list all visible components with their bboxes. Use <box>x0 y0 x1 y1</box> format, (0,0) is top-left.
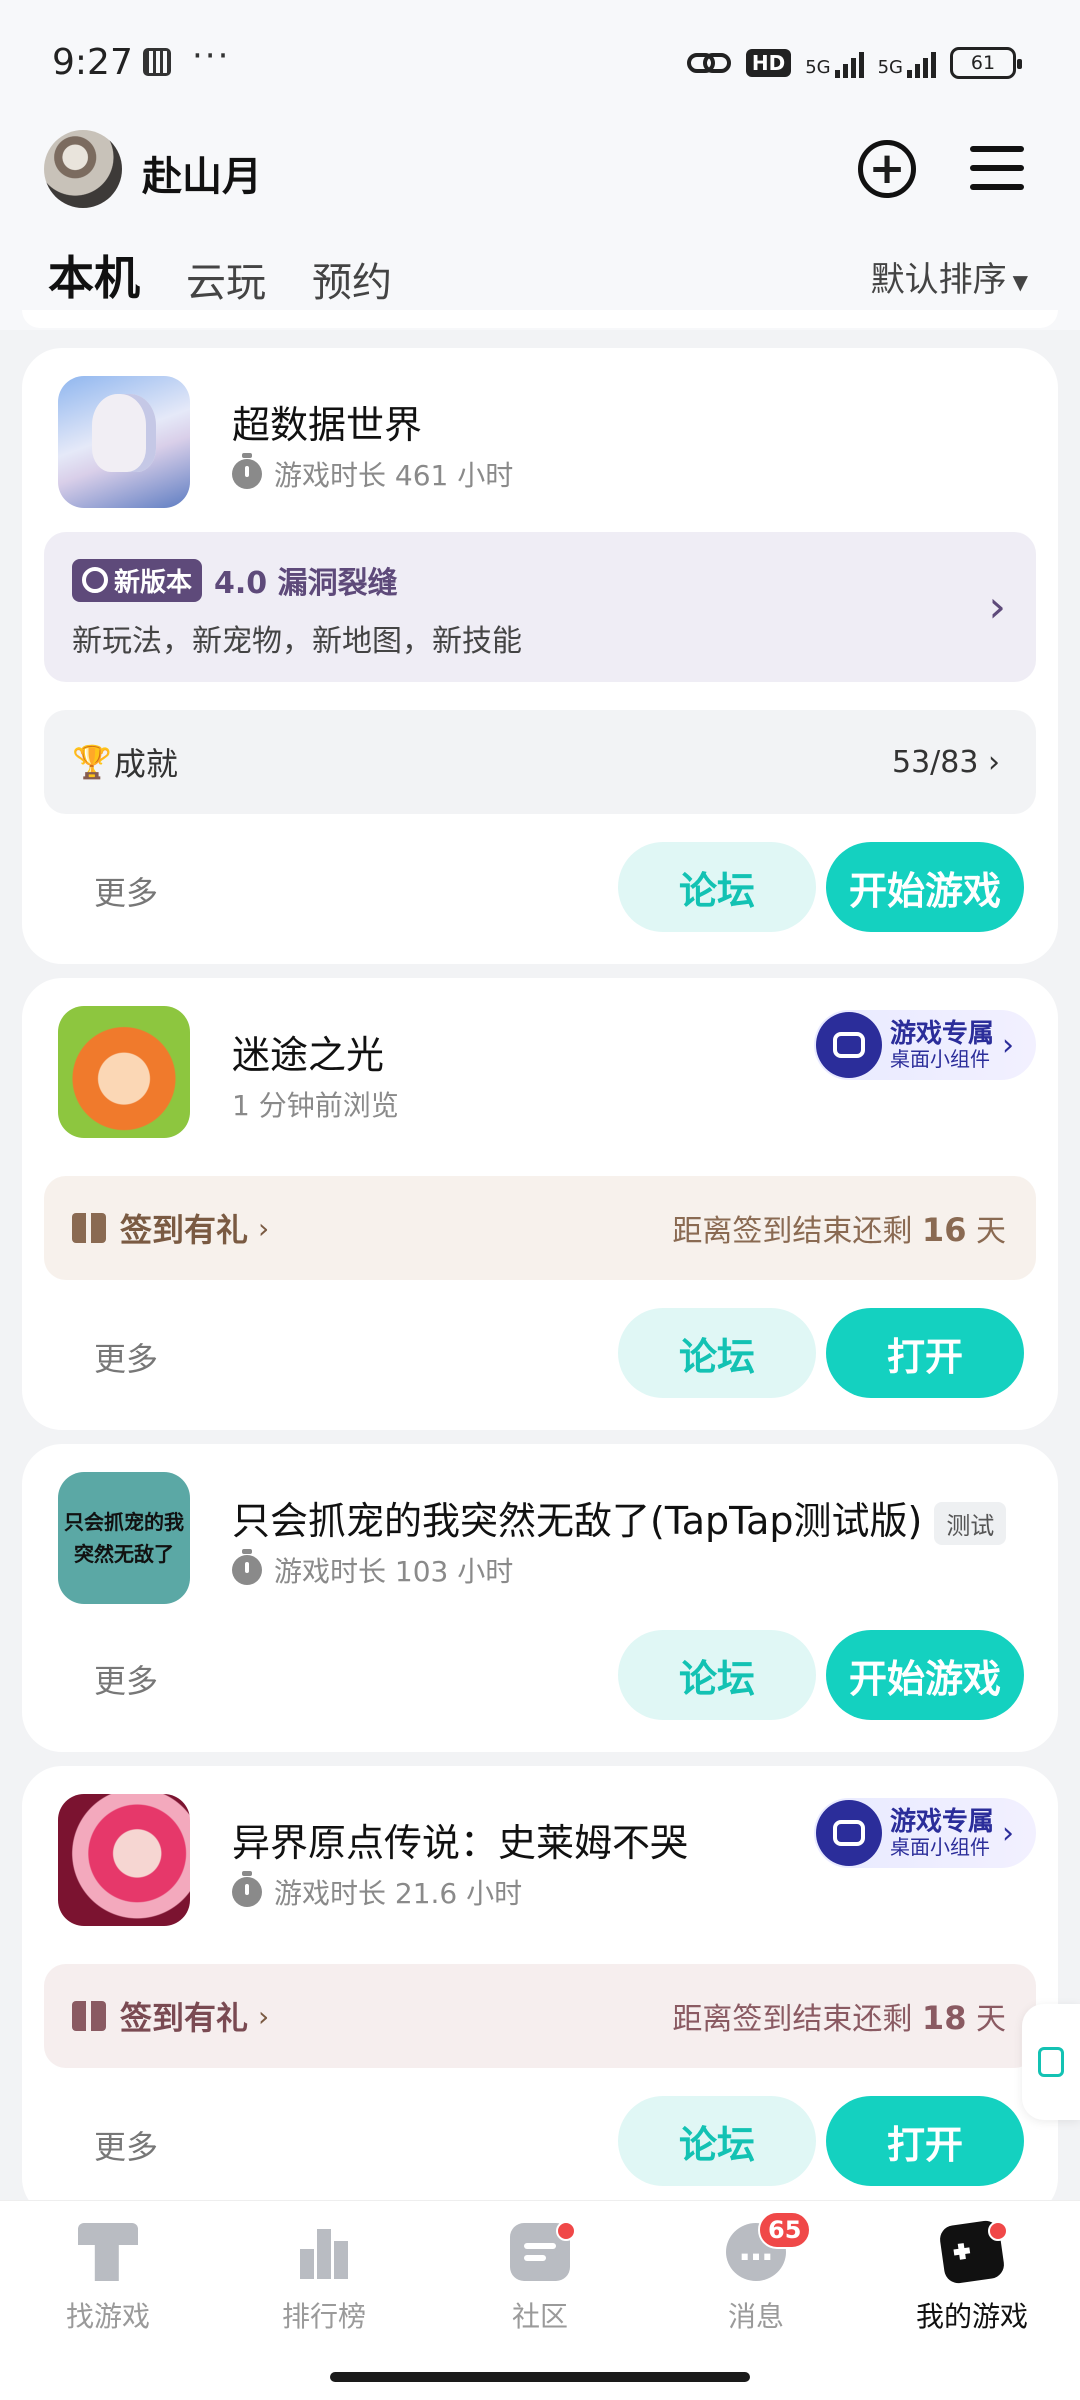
more-notifications-icon: ··· <box>192 36 231 76</box>
more-button[interactable]: 更多 <box>94 1334 158 1380</box>
game-card[interactable]: 超数据世界 游戏时长 461 小时 新版本 4.0 漏洞裂缝 新玩法，新宠物，新地… <box>22 348 1058 964</box>
status-bar: 9:27 ··· HD 5G 5G 61 <box>0 0 1080 130</box>
add-button[interactable]: + <box>858 140 916 198</box>
version-name: 4.0 漏洞裂缝 <box>214 566 398 601</box>
tab-bar: 本机 云玩 预约 <box>48 242 392 308</box>
signin-reward-row[interactable]: 签到有礼 › 距离签到结束还剩 18 天 <box>44 1964 1036 2068</box>
open-button[interactable]: 打开 <box>826 2096 1024 2186</box>
tab-reserve[interactable]: 预约 <box>312 250 392 308</box>
ranking-icon <box>294 2223 354 2281</box>
desktop-widget-button[interactable]: 游戏专属 桌面小组件 › <box>814 1798 1036 1868</box>
game-title[interactable]: 超数据世界 <box>232 394 422 449</box>
version-description: 新玩法，新宠物，新地图，新技能 <box>72 624 522 659</box>
signin-countdown: 距离签到结束还剩 18 天 <box>672 1999 1006 2037</box>
status-time: 9:27 <box>52 42 133 83</box>
header: 赴山月 + 本机 云玩 预约 默认排序 ▼ <box>0 130 1080 330</box>
home-indicator[interactable] <box>330 2372 750 2382</box>
test-tag: 测试 <box>934 1502 1007 1545</box>
game-title[interactable]: 只会抓宠的我突然无敌了(TapTap测试版) 测试 <box>232 1490 1007 1545</box>
signin-reward-row[interactable]: 签到有礼 › 距离签到结束还剩 16 天 <box>44 1176 1036 1280</box>
game-icon[interactable] <box>58 1006 190 1138</box>
signin-label: 签到有礼 <box>120 1211 249 1249</box>
achievement-row[interactable]: 🏆 成就 53/83 › <box>44 710 1036 814</box>
signal-icon-2: 5G <box>878 48 936 78</box>
stopwatch-icon <box>232 1871 262 1907</box>
signin-countdown: 距离签到结束还剩 16 天 <box>672 1211 1006 1249</box>
gift-icon <box>72 2001 106 2031</box>
chevron-right-icon: › <box>988 581 1006 633</box>
game-icon[interactable]: 只会抓宠的我 突然无敌了 <box>58 1472 190 1604</box>
more-button[interactable]: 更多 <box>94 1656 158 1702</box>
start-game-button[interactable]: 开始游戏 <box>826 1630 1024 1720</box>
game-playtime: 游戏时长 103 小时 <box>232 1549 513 1590</box>
signal-icon-1: 5G <box>805 48 864 78</box>
community-red-dot <box>556 2221 576 2241</box>
nav-messages[interactable]: 65 消息 <box>666 2211 846 2335</box>
link-icon <box>686 53 731 73</box>
chevron-right-icon: › <box>258 1999 270 2033</box>
game-title[interactable]: 异界原点传说：史莱姆不哭 <box>232 1812 688 1867</box>
game-last-viewed: 1 分钟前浏览 <box>232 1089 399 1122</box>
more-button[interactable]: 更多 <box>94 2122 158 2168</box>
download-icon <box>1038 2047 1064 2077</box>
chevron-right-icon: › <box>258 1211 270 1245</box>
sort-dropdown[interactable]: 默认排序 ▼ <box>871 252 1028 301</box>
game-card[interactable]: 只会抓宠的我 突然无敌了 只会抓宠的我突然无敌了(TapTap测试版) 测试 游戏… <box>22 1444 1058 1752</box>
avatar[interactable] <box>44 130 122 208</box>
message-count-badge: 65 <box>758 2211 812 2249</box>
game-icon[interactable] <box>58 376 190 508</box>
signin-label: 签到有礼 <box>120 1999 249 2037</box>
gamepad-icon <box>816 1012 882 1078</box>
start-game-button[interactable]: 开始游戏 <box>826 842 1024 932</box>
nav-community[interactable]: 社区 <box>450 2221 630 2335</box>
bottom-nav: 找游戏 排行榜 社区 65 消息 我的游戏 <box>0 2200 1080 2400</box>
chevron-right-icon: › <box>1002 1027 1015 1063</box>
gift-icon <box>72 1213 106 1243</box>
game-icon[interactable] <box>58 1794 190 1926</box>
nav-my-games[interactable]: 我的游戏 <box>882 2219 1062 2335</box>
tab-local[interactable]: 本机 <box>48 242 140 308</box>
game-card[interactable]: 异界原点传说：史莱姆不哭 游戏时长 21.6 小时 游戏专属 桌面小组件 › 签… <box>22 1766 1058 2200</box>
floating-download-tab[interactable] <box>1022 2004 1080 2120</box>
caret-down-icon: ▼ <box>1012 269 1028 294</box>
trophy-icon: 🏆 <box>72 743 112 781</box>
battery-icon: 61 <box>950 47 1022 79</box>
forum-button[interactable]: 论坛 <box>618 2096 816 2186</box>
achievement-count: 53/83 › <box>891 744 1000 780</box>
username[interactable]: 赴山月 <box>142 144 262 202</box>
hd-icon: HD <box>745 49 792 77</box>
game-list[interactable]: 超数据世界 游戏时长 461 小时 新版本 4.0 漏洞裂缝 新玩法，新宠物，新地… <box>22 310 1058 2200</box>
notification-grid-icon <box>143 48 171 76</box>
my-games-red-dot <box>988 2221 1008 2241</box>
desktop-widget-button[interactable]: 游戏专属 桌面小组件 › <box>814 1010 1036 1080</box>
forum-button[interactable]: 论坛 <box>618 1308 816 1398</box>
tab-cloud[interactable]: 云玩 <box>186 250 266 308</box>
gamepad-icon <box>816 1800 882 1866</box>
chevron-right-icon: › <box>1002 1815 1015 1851</box>
refresh-icon <box>82 567 108 593</box>
forum-button[interactable]: 论坛 <box>618 842 816 932</box>
game-playtime: 游戏时长 461 小时 <box>232 453 513 494</box>
sort-label: 默认排序 <box>870 260 1007 300</box>
stopwatch-icon <box>232 1549 262 1585</box>
version-banner[interactable]: 新版本 4.0 漏洞裂缝 新玩法，新宠物，新地图，新技能 › <box>44 532 1036 682</box>
forum-button[interactable]: 论坛 <box>618 1630 816 1720</box>
open-button[interactable]: 打开 <box>826 1308 1024 1398</box>
find-game-icon <box>78 2223 138 2281</box>
menu-icon[interactable] <box>970 146 1024 190</box>
nav-find-game[interactable]: 找游戏 <box>18 2223 198 2335</box>
game-card[interactable]: 迷途之光 1 分钟前浏览 游戏专属 桌面小组件 › 签到有礼 › 距离签到结束还… <box>22 978 1058 1430</box>
game-playtime: 游戏时长 21.6 小时 <box>232 1871 522 1912</box>
nav-ranking[interactable]: 排行榜 <box>234 2223 414 2335</box>
new-version-badge: 新版本 <box>72 558 203 602</box>
achievement-label: 成就 <box>113 745 178 783</box>
plus-icon: + <box>868 143 906 194</box>
game-title[interactable]: 迷途之光 <box>232 1024 384 1079</box>
more-button[interactable]: 更多 <box>94 868 158 914</box>
status-icons: HD 5G 5G 61 <box>686 40 1022 86</box>
stopwatch-icon <box>232 453 262 489</box>
previous-card-edge <box>22 310 1058 328</box>
